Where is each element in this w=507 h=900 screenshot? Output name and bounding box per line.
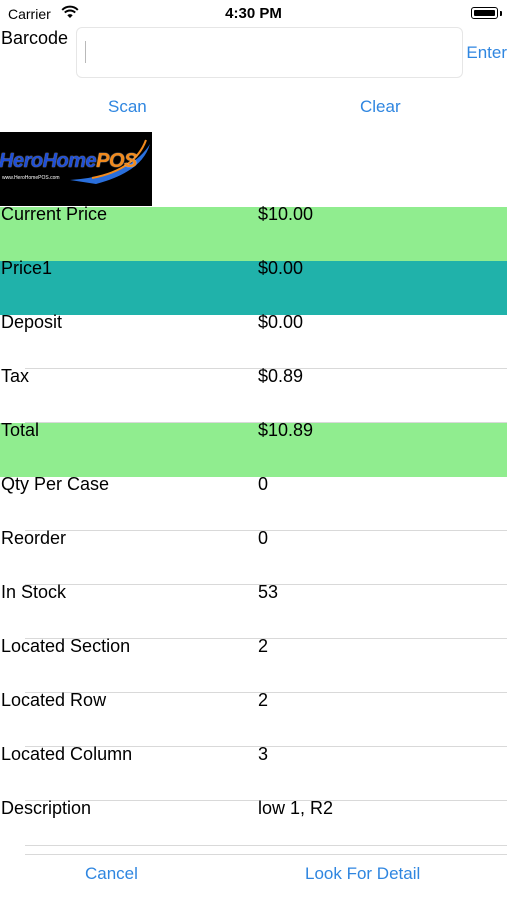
cancel-button[interactable]: Cancel [85,864,138,884]
detail-row: Located Section 2 [0,636,507,693]
detail-row-label: In Stock [1,582,67,602]
detail-row: Price1 $0.00 [0,258,507,315]
detail-row-label: Tax [1,366,30,386]
logo-wordmark: HeroHomePOS [0,150,137,172]
detail-row: In Stock 53 [0,582,507,639]
detail-row-value: 53 [258,582,279,602]
divider [25,845,507,846]
look-for-detail-button[interactable]: Look For Detail [305,864,420,884]
clear-button[interactable]: Clear [360,97,401,117]
detail-row-value: 0 [258,474,269,494]
clock: 4:30 PM [225,5,282,22]
battery-tip [500,11,502,16]
detail-row-value: 0 [258,528,269,548]
detail-row-label: Reorder [1,528,67,548]
detail-row-value: $0.00 [258,312,304,332]
barcode-label: Barcode [1,28,69,48]
row-divider [25,854,507,855]
detail-row-value: 3 [258,744,269,764]
detail-row: Reorder 0 [0,528,507,585]
detail-row-label: Deposit [1,312,63,332]
herohomepos-logo: HeroHomePOS www.HeroHomePOS.com [0,132,152,206]
detail-row: Description low 1, R2 [0,798,507,855]
item-details-list: Current Price $10.00 Price1 $0.00 Deposit $0.… [0,204,507,855]
detail-row-label: Located Section [1,636,131,656]
detail-row-label: Current Price [1,204,108,224]
detail-row-value: 2 [258,636,269,656]
detail-row: Total $10.89 [0,420,507,477]
barcode-input[interactable] [76,27,463,78]
detail-row-label: Price1 [1,258,53,278]
battery-icon [471,7,498,19]
detail-row: Tax $0.89 [0,366,507,423]
detail-row-value: $10.00 [258,204,314,224]
detail-row: Deposit $0.00 [0,312,507,369]
detail-row-value: $0.89 [258,366,304,386]
detail-row-value: 2 [258,690,269,710]
detail-row-label: Qty Per Case [1,474,110,494]
detail-row-label: Located Column [1,744,133,764]
text-caret [85,41,86,63]
detail-row: Located Column 3 [0,744,507,801]
logo-url: www.HeroHomePOS.com [2,175,60,181]
detail-row-value: $10.89 [258,420,314,440]
detail-row-value: $0.00 [258,258,304,278]
detail-row-label: Description [1,798,92,818]
detail-row: Qty Per Case 0 [0,474,507,531]
scan-button[interactable]: Scan [108,97,147,117]
status-bar: Carrier 4:30 PM [0,0,507,28]
detail-row-value: low 1, R2 [258,798,334,818]
enter-button[interactable]: Enter [466,43,507,63]
detail-row-label: Total [1,420,40,440]
detail-row: Located Row 2 [0,690,507,747]
detail-row-label: Located Row [1,690,107,710]
detail-row: Current Price $10.00 [0,204,507,261]
